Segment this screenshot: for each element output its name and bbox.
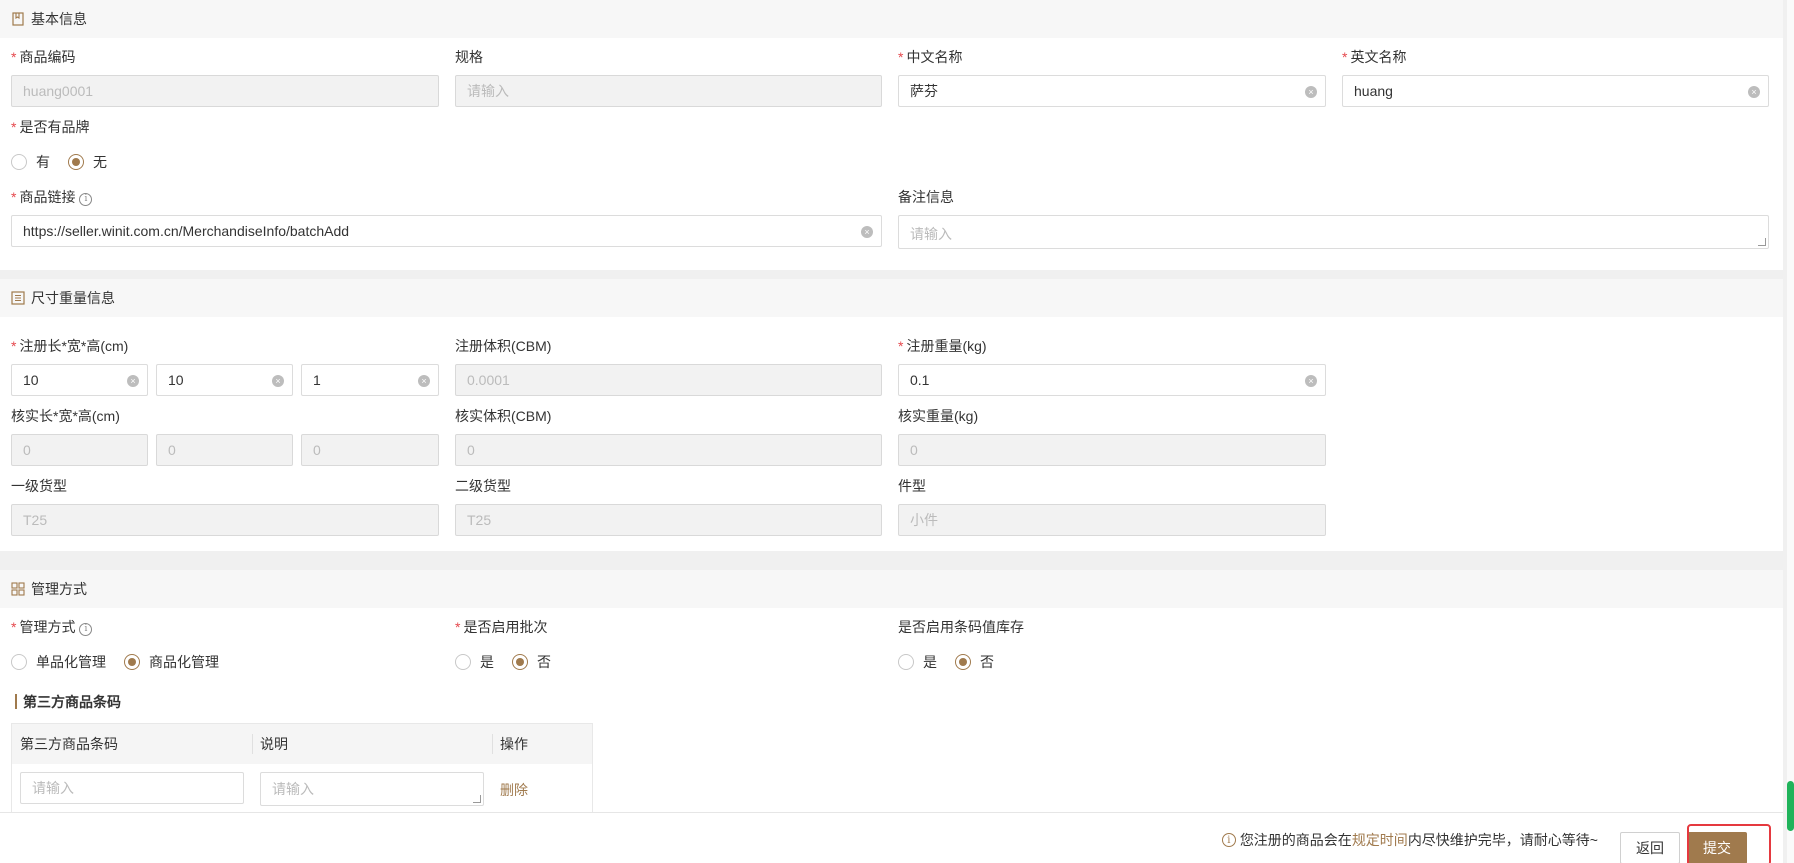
- barcode-stock-radio-yes[interactable]: 是: [898, 652, 937, 672]
- link-input[interactable]: https://seller.winit.com.cn/MerchandiseI…: [11, 215, 882, 247]
- clear-icon[interactable]: ×: [418, 375, 430, 387]
- brand-radio-no[interactable]: 无: [68, 152, 107, 172]
- clear-icon[interactable]: ×: [1748, 86, 1760, 98]
- remark-label: 备注信息: [898, 189, 954, 205]
- ver-volume-input[interactable]: 0: [455, 434, 882, 466]
- radio-circle[interactable]: [955, 654, 971, 670]
- scrollbar-thumb[interactable]: [1787, 781, 1794, 831]
- barcode-stock-label: 是否启用条码值库存: [898, 619, 1024, 635]
- radio-circle[interactable]: [512, 654, 528, 670]
- ver-height-input[interactable]: 0: [301, 434, 439, 466]
- ver-dims-label: 核实长*宽*高(cm): [11, 408, 120, 424]
- reg-width-input[interactable]: 10 ×: [156, 364, 293, 396]
- clear-icon[interactable]: ×: [1305, 86, 1317, 98]
- column-header-barcode: 第三方商品条码: [20, 736, 118, 752]
- ver-volume-label: 核实体积(CBM): [455, 408, 552, 424]
- clear-icon[interactable]: ×: [127, 375, 139, 387]
- mode-radio-single[interactable]: 单品化管理: [11, 652, 106, 672]
- radio-circle[interactable]: [68, 154, 84, 170]
- batch-radio-no[interactable]: 否: [512, 652, 551, 672]
- column-header-desc: 说明: [252, 724, 492, 764]
- basic-info-header: 基本信息: [0, 0, 1783, 38]
- clear-icon[interactable]: ×: [861, 226, 873, 238]
- reg-dims-label: * 注册长*宽*高(cm): [11, 338, 129, 354]
- size-weight-card: 尺寸重量信息 * 注册长*宽*高(cm) 10 × 10 × 1 × 注册体积(CBM)…: [0, 279, 1783, 551]
- piece-input[interactable]: 小件: [898, 504, 1326, 536]
- cargo2-label: 二级货型: [455, 478, 511, 494]
- reg-volume-input[interactable]: 0.0001: [455, 364, 882, 396]
- cargo1-input[interactable]: T25: [11, 504, 439, 536]
- resize-handle[interactable]: [1758, 238, 1766, 246]
- clear-icon[interactable]: ×: [1305, 375, 1317, 387]
- radio-circle[interactable]: [11, 154, 27, 170]
- radio-circle[interactable]: [455, 654, 471, 670]
- submit-highlight-box: [1687, 824, 1771, 863]
- remark-textarea[interactable]: 请输入: [898, 215, 1769, 249]
- barcode-stock-radio-group: 是 否: [898, 652, 1012, 672]
- brand-label: * 是否有品牌: [11, 119, 90, 135]
- table-header: 第三方商品条码 说明 操作: [12, 724, 592, 764]
- reg-height-input[interactable]: 1 ×: [301, 364, 439, 396]
- reg-length-input[interactable]: 10 ×: [11, 364, 148, 396]
- ver-length-input[interactable]: 0: [11, 434, 148, 466]
- mode-radio-group: 单品化管理 商品化管理: [11, 652, 237, 672]
- list-icon: [11, 291, 25, 305]
- management-title: 管理方式: [31, 581, 87, 597]
- cargo1-label: 一级货型: [11, 478, 67, 494]
- info-icon[interactable]: i: [79, 622, 93, 636]
- scrollbar-track[interactable]: [1787, 0, 1794, 863]
- spec-label: 规格: [455, 49, 483, 65]
- basic-info-card: 基本信息 * 商品编码 huang0001 规格 请输入 * 中文名称 萨芬 × * 英…: [0, 0, 1783, 270]
- brand-radio-yes[interactable]: 有: [11, 152, 50, 172]
- code-input[interactable]: huang0001: [11, 75, 439, 107]
- batch-radio-yes[interactable]: 是: [455, 652, 494, 672]
- reg-weight-input[interactable]: 0.1 ×: [898, 364, 1326, 396]
- footer-notice: i 您注册的商品会在 规定时间 内尽快维护完毕，请耐心等待~: [1221, 830, 1598, 850]
- en-name-input[interactable]: huang ×: [1342, 75, 1769, 107]
- brand-radio-group: 有 无: [11, 152, 125, 172]
- ver-weight-label: 核实重量(kg): [898, 408, 979, 424]
- desc-textarea[interactable]: 请输入: [260, 772, 484, 806]
- footer-bar: i 您注册的商品会在 规定时间 内尽快维护完毕，请耐心等待~: [0, 812, 1783, 863]
- code-label: * 商品编码: [11, 49, 76, 65]
- radio-circle[interactable]: [898, 654, 914, 670]
- notice-highlight[interactable]: 规定时间: [1352, 830, 1408, 850]
- mode-radio-goods[interactable]: 商品化管理: [124, 652, 219, 672]
- size-weight-header: 尺寸重量信息: [0, 279, 1783, 317]
- mode-label: * 管理方式 i: [11, 617, 93, 637]
- cn-name-input[interactable]: 萨芬 ×: [898, 75, 1326, 107]
- ver-weight-input[interactable]: 0: [898, 434, 1326, 466]
- column-header-action: 操作: [492, 724, 592, 764]
- delete-link[interactable]: 删除: [500, 780, 528, 800]
- third-barcode-subtitle: 第三方商品条码: [11, 692, 121, 712]
- basic-info-title: 基本信息: [31, 11, 87, 27]
- reg-weight-label: * 注册重量(kg): [898, 338, 987, 354]
- batch-radio-group: 是 否: [455, 652, 569, 672]
- ver-width-input[interactable]: 0: [156, 434, 293, 466]
- barcode-input[interactable]: 请输入: [20, 772, 244, 804]
- batch-label: * 是否启用批次: [455, 619, 548, 635]
- link-label: * 商品链接 i: [11, 187, 93, 207]
- info-icon: i: [1221, 833, 1236, 847]
- radio-circle[interactable]: [124, 654, 140, 670]
- piece-label: 件型: [898, 478, 926, 494]
- resize-handle[interactable]: [473, 795, 481, 803]
- third-barcode-table: 第三方商品条码 说明 操作 请输入 请输入 删除: [11, 723, 593, 813]
- size-weight-title: 尺寸重量信息: [31, 290, 115, 306]
- radio-circle[interactable]: [11, 654, 27, 670]
- barcode-stock-radio-no[interactable]: 否: [955, 652, 994, 672]
- back-button[interactable]: 返回: [1620, 832, 1680, 863]
- spec-input[interactable]: 请输入: [455, 75, 882, 107]
- management-header: 管理方式: [0, 570, 1783, 608]
- clear-icon[interactable]: ×: [272, 375, 284, 387]
- en-name-label: * 英文名称: [1342, 49, 1407, 65]
- reg-volume-label: 注册体积(CBM): [455, 338, 552, 354]
- bookmark-icon: [11, 12, 25, 26]
- cn-name-label: * 中文名称: [898, 49, 963, 65]
- cargo2-input[interactable]: T25: [455, 504, 882, 536]
- info-icon[interactable]: i: [79, 192, 93, 206]
- management-card: 管理方式 * 管理方式 i 单品化管理 商品化管理 * 是否启用批次 是 否 是否启用…: [0, 570, 1783, 813]
- grid-icon: [11, 582, 25, 596]
